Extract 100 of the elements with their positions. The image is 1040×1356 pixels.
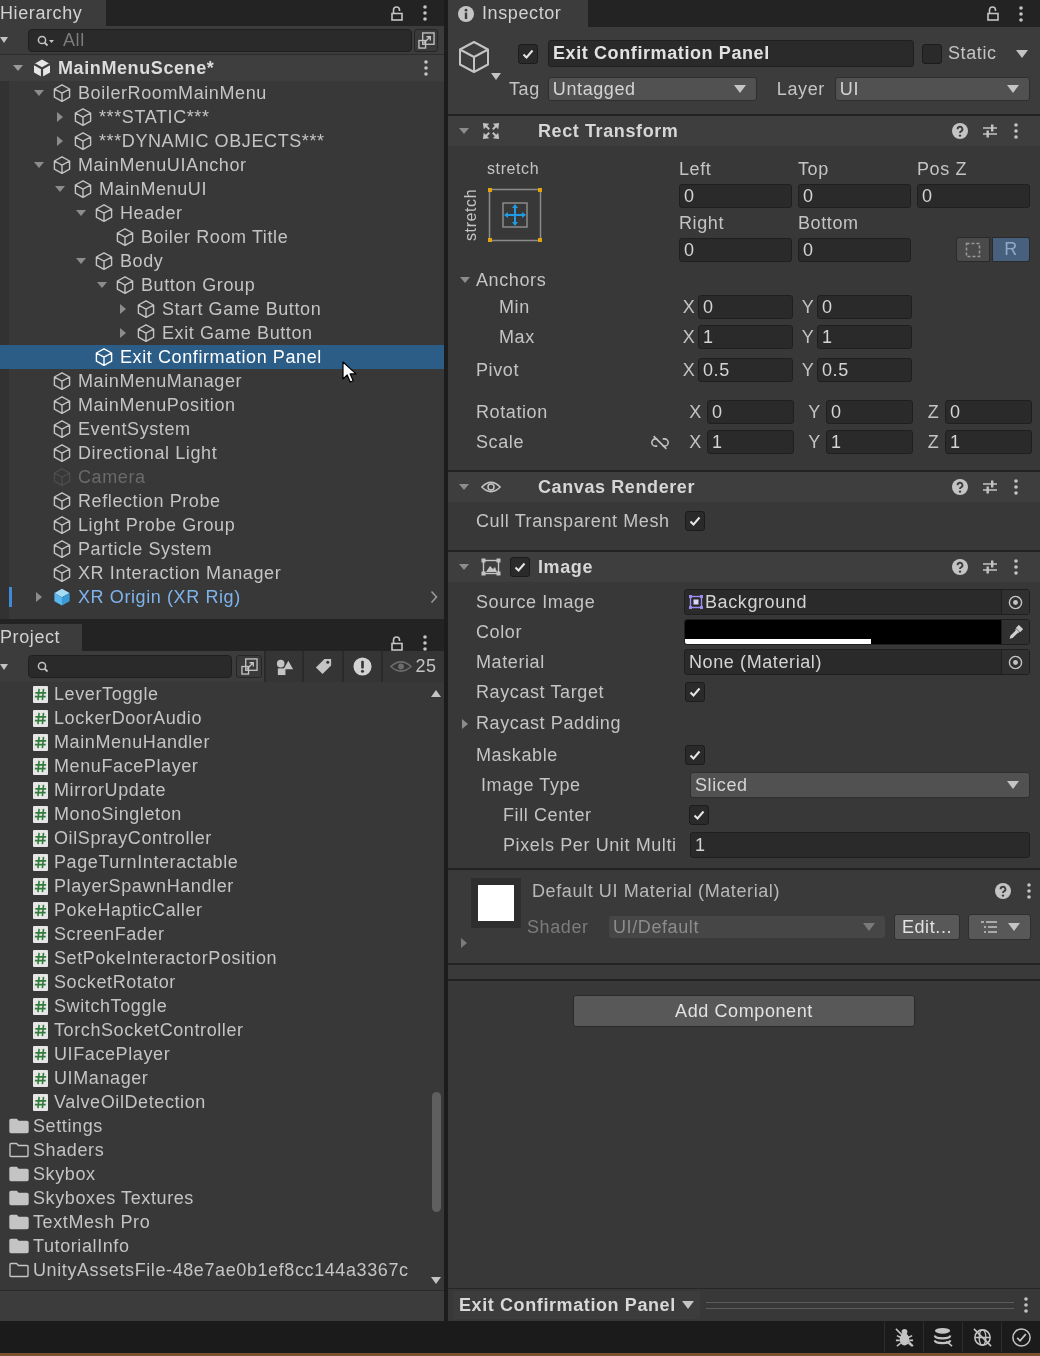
hierarchy-item[interactable]: MainMenuPosition [0, 393, 444, 417]
checkbox[interactable] [689, 805, 709, 825]
hierarchy-item[interactable]: XR Origin (XR Rig) [0, 585, 444, 609]
more-options-icon[interactable] [1014, 479, 1018, 495]
number-field[interactable]: 1 [690, 832, 1030, 858]
hierarchy-item[interactable]: Exit Game Button [0, 321, 444, 345]
resize-handle[interactable] [705, 1301, 1014, 1309]
number-field[interactable]: 0 [945, 400, 1032, 424]
project-item[interactable]: SocketRotator [0, 970, 428, 994]
globe-slash-icon[interactable] [971, 1326, 993, 1348]
layer-dropdown[interactable]: UI [834, 77, 1030, 101]
hierarchy-item[interactable]: MainMenuUI [0, 177, 444, 201]
active-checkbox[interactable] [518, 43, 538, 64]
eyedropper-button[interactable] [1001, 620, 1029, 644]
hierarchy-item[interactable]: Body [0, 249, 444, 273]
hierarchy-item[interactable]: Directional Light [0, 441, 444, 465]
project-item[interactable]: UnityAssetsFile-48e7ae0b1ef8cc144a3367c [0, 1258, 428, 1282]
project-item[interactable]: UIFacePlayer [0, 1042, 428, 1066]
hierarchy-item[interactable]: Reflection Probe [0, 489, 444, 513]
number-field[interactable]: 0.5 [698, 358, 793, 382]
object-field[interactable]: None (Material) [684, 649, 1030, 675]
hierarchy-item[interactable]: Exit Confirmation Panel [0, 345, 444, 369]
help-icon[interactable] [952, 479, 968, 495]
component-header[interactable]: Canvas Renderer [448, 470, 1040, 502]
project-item[interactable]: PokeHapticCaller [0, 898, 428, 922]
more-options-icon[interactable] [424, 60, 428, 76]
number-field[interactable]: 1 [826, 430, 913, 454]
project-item[interactable]: MenuFacePlayer [0, 754, 428, 778]
help-icon[interactable] [952, 123, 968, 139]
search-field[interactable]: All [28, 28, 412, 52]
number-field[interactable]: 0 [817, 295, 912, 319]
project-item[interactable]: Shaders [0, 1138, 428, 1162]
chevron-right-icon[interactable] [430, 590, 438, 604]
popout-button[interactable] [236, 655, 262, 678]
project-item[interactable]: MainMenuHandler [0, 730, 428, 754]
project-item[interactable]: LeverToggle [0, 682, 428, 706]
hierarchy-item[interactable]: Start Game Button [0, 297, 444, 321]
scroll-down-icon[interactable] [431, 1277, 441, 1284]
more-options-icon[interactable] [1027, 883, 1031, 899]
project-item[interactable]: PlayerSpawnHandler [0, 874, 428, 898]
sliders-icon[interactable] [982, 479, 998, 495]
edit-button[interactable]: Edit... [894, 914, 960, 940]
scene-header[interactable]: MainMenuScene* [0, 55, 444, 81]
checkbox[interactable] [685, 511, 705, 531]
hierarchy-item[interactable]: XR Interaction Manager [0, 561, 444, 585]
unlink-icon[interactable] [650, 434, 670, 450]
database-icon[interactable] [932, 1326, 954, 1348]
image-type-dropdown[interactable]: Sliced [690, 772, 1030, 798]
project-item[interactable]: Settings [0, 1114, 428, 1138]
more-options-icon[interactable] [1014, 559, 1018, 575]
sliders-icon[interactable] [982, 559, 998, 575]
project-item[interactable]: ScreenFader [0, 922, 428, 946]
project-item[interactable]: MirrorUpdate [0, 778, 428, 802]
number-field[interactable]: 0.5 [817, 358, 912, 382]
number-field[interactable]: 0 [707, 400, 794, 424]
hierarchy-item[interactable]: BoilerRoomMainMenu [0, 81, 444, 105]
checkbox[interactable] [685, 682, 705, 702]
number-field[interactable]: 0 [798, 184, 911, 208]
project-item[interactable]: Skybox [0, 1162, 428, 1186]
hierarchy-item[interactable]: ***STATIC*** [0, 105, 444, 129]
scrollbar-thumb[interactable] [431, 1092, 441, 1212]
hierarchy-item[interactable]: MainMenuUIAnchor [0, 153, 444, 177]
project-item[interactable]: MonoSingleton [0, 802, 428, 826]
project-item[interactable]: TutorialInfo [0, 1234, 428, 1258]
number-field[interactable]: 0 [679, 238, 792, 262]
add-component-button[interactable]: Add Component [573, 995, 915, 1027]
search-field[interactable] [28, 655, 232, 678]
tag-dropdown[interactable]: Untagged [547, 77, 757, 101]
enabled-checkbox[interactable] [510, 557, 530, 577]
number-field[interactable]: 1 [945, 430, 1032, 454]
project-item[interactable]: UIManager [0, 1066, 428, 1090]
hierarchy-item[interactable]: Particle System [0, 537, 444, 561]
caret-down-icon[interactable] [0, 663, 8, 670]
object-picker-button[interactable] [1001, 650, 1029, 674]
anchor-preset-icon[interactable] [488, 188, 542, 242]
breadcrumb-button[interactable]: Exit Confirmation Panel [453, 1291, 700, 1319]
hierarchy-tab[interactable]: Hierarchy [0, 0, 106, 26]
sliders-icon[interactable] [982, 123, 998, 139]
scroll-up-icon[interactable] [431, 690, 441, 697]
help-icon[interactable] [995, 883, 1011, 899]
blueprint-mode-button[interactable] [956, 237, 990, 262]
more-options-icon[interactable] [1024, 1297, 1028, 1313]
project-item[interactable]: SetPokeInteractorPosition [0, 946, 428, 970]
more-options-icon[interactable] [423, 635, 427, 651]
more-options-icon[interactable] [1019, 5, 1023, 22]
project-tab[interactable]: Project [0, 624, 82, 651]
more-options-icon[interactable] [1014, 123, 1018, 139]
name-field[interactable]: Exit Confirmation Panel [548, 40, 914, 67]
caret-down-icon[interactable] [0, 37, 8, 43]
project-item[interactable]: OilSprayController [0, 826, 428, 850]
object-picker-button[interactable] [1001, 590, 1029, 614]
number-field[interactable]: 0 [679, 184, 792, 208]
project-item[interactable]: PageTurnInteractable [0, 850, 428, 874]
project-item[interactable]: Skyboxes Textures [0, 1186, 428, 1210]
popout-button[interactable] [414, 28, 438, 52]
project-item[interactable]: ValveOilDetection [0, 1090, 428, 1114]
type-filter-button[interactable] [264, 651, 302, 682]
caret-down-icon[interactable] [1016, 49, 1028, 58]
number-field[interactable]: 1 [817, 325, 912, 349]
hierarchy-item[interactable]: Boiler Room Title [0, 225, 444, 249]
